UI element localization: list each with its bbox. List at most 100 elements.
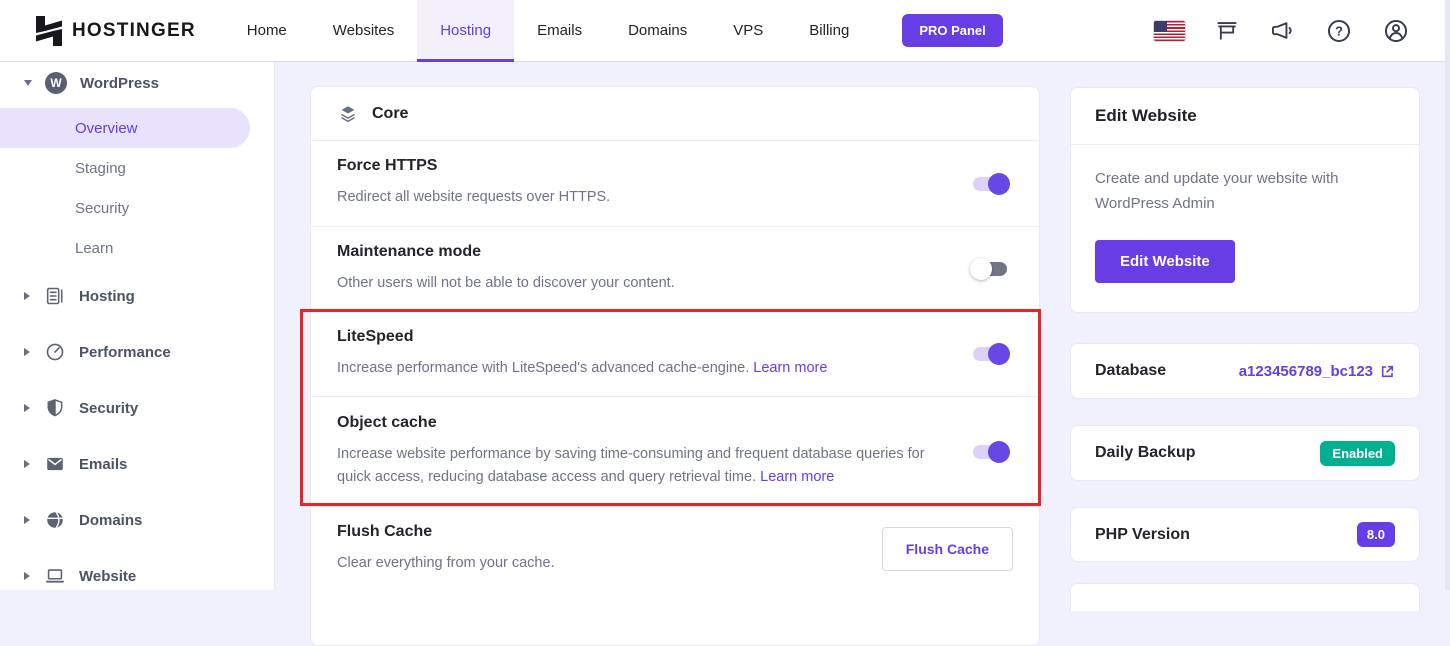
sidebar-item-label: Learn <box>75 240 113 257</box>
external-link-icon <box>1380 364 1395 379</box>
sidebar-item-wordpress[interactable]: W WordPress <box>0 64 274 102</box>
sidebar-item-wp-security[interactable]: Security <box>0 188 274 228</box>
setting-title: Object cache <box>337 414 955 432</box>
page-scrollbar[interactable] <box>1445 0 1450 590</box>
sidebar-item-domains[interactable]: Domains <box>0 492 274 548</box>
edit-website-card: Edit Website Create and update your webs… <box>1070 87 1420 313</box>
edit-website-description: Create and update your website with Word… <box>1095 167 1375 217</box>
setting-title: Flush Cache <box>337 523 555 541</box>
toggle-knob <box>988 173 1010 195</box>
force-https-toggle[interactable] <box>973 177 1007 191</box>
sidebar-item-staging[interactable]: Staging <box>0 148 274 188</box>
sidebar-item-emails[interactable]: Emails <box>0 436 274 492</box>
sidebar-item-label: Domains <box>79 512 142 529</box>
svg-text:?: ? <box>1335 23 1343 38</box>
megaphone-icon[interactable] <box>1269 17 1296 44</box>
edit-website-button[interactable]: Edit Website <box>1095 240 1235 283</box>
sidebar-item-performance[interactable]: Performance <box>0 324 274 380</box>
nav-home[interactable]: Home <box>224 0 310 62</box>
database-name: a123456789_bc123 <box>1239 363 1373 380</box>
setting-description: Increase website performance by saving t… <box>337 443 955 489</box>
object-cache-toggle[interactable] <box>973 445 1007 459</box>
envelope-icon <box>43 453 66 475</box>
sidebar-item-security[interactable]: Security <box>0 380 274 436</box>
sidebar-item-label: Staging <box>75 160 126 177</box>
database-card: Database a123456789_bc123 <box>1070 343 1420 399</box>
chevron-down-icon <box>24 80 32 86</box>
php-version-card: PHP Version 8.0 <box>1070 507 1420 562</box>
sidebar-item-overview[interactable]: Overview <box>0 108 250 148</box>
sidebar-item-hosting[interactable]: Hosting <box>0 268 274 324</box>
help-icon[interactable]: ? <box>1325 17 1353 45</box>
sidebar-item-label: Security <box>75 200 129 217</box>
sidebar-item-label: Website <box>79 568 136 585</box>
server-icon <box>43 285 66 307</box>
setting-title: Maintenance mode <box>337 243 675 261</box>
setting-description-text: Increase website performance by saving t… <box>337 446 925 485</box>
learn-more-link[interactable]: Learn more <box>760 469 834 485</box>
learn-more-link[interactable]: Learn more <box>753 360 827 376</box>
setting-row-maintenance-mode: Maintenance mode Other users will not be… <box>311 226 1039 311</box>
core-card-header: Core <box>311 87 1039 141</box>
maintenance-mode-toggle[interactable] <box>973 262 1007 276</box>
setting-row-force-https: Force HTTPS Redirect all website request… <box>311 141 1039 226</box>
nav-hosting[interactable]: Hosting <box>417 0 514 62</box>
setting-description: Clear everything from your cache. <box>337 552 555 575</box>
gauge-icon <box>43 341 66 363</box>
account-icon[interactable] <box>1382 17 1410 45</box>
layers-icon <box>337 103 359 125</box>
daily-backup-card: Daily Backup Enabled <box>1070 425 1420 481</box>
chevron-right-icon <box>24 348 30 356</box>
top-navbar: HOSTINGER Home Websites Hosting Emails D… <box>0 0 1450 62</box>
status-badge-enabled: Enabled <box>1320 441 1395 466</box>
nav-domains[interactable]: Domains <box>605 0 710 62</box>
chevron-right-icon <box>24 404 30 412</box>
flush-cache-button[interactable]: Flush Cache <box>882 527 1013 571</box>
database-link[interactable]: a123456789_bc123 <box>1239 363 1395 380</box>
shield-icon <box>43 397 66 419</box>
toggle-knob <box>970 258 992 280</box>
setting-row-flush-cache: Flush Cache Clear everything from your c… <box>311 506 1039 591</box>
nav-billing[interactable]: Billing <box>786 0 872 62</box>
chevron-right-icon <box>24 572 30 580</box>
sidebar-item-website[interactable]: Website <box>0 548 274 604</box>
wordpress-icon: W <box>45 72 67 94</box>
toggle-knob <box>988 441 1010 463</box>
setting-row-litespeed: LiteSpeed Increase performance with Lite… <box>311 311 1039 396</box>
sidebar-item-learn[interactable]: Learn <box>0 228 274 268</box>
sidebar-item-label: Security <box>79 400 138 417</box>
chevron-right-icon <box>24 460 30 468</box>
database-label: Database <box>1095 362 1166 380</box>
setting-description: Other users will not be able to discover… <box>337 272 675 295</box>
litespeed-toggle[interactable] <box>973 347 1007 361</box>
globe-icon <box>43 509 66 531</box>
setting-title: LiteSpeed <box>337 328 827 346</box>
us-flag-icon[interactable] <box>1154 21 1185 41</box>
main-nav: Home Websites Hosting Emails Domains VPS… <box>224 0 873 62</box>
hostinger-logo[interactable]: HOSTINGER <box>36 16 196 46</box>
card-title: Edit Website <box>1071 88 1419 145</box>
setting-description: Increase performance with LiteSpeed's ad… <box>337 357 827 380</box>
laptop-icon <box>43 565 66 587</box>
setting-description: Redirect all website requests over HTTPS… <box>337 186 610 209</box>
core-card: Core Force HTTPS Redirect all website re… <box>310 86 1040 646</box>
storefront-icon[interactable] <box>1214 18 1240 44</box>
php-version-badge: 8.0 <box>1357 522 1395 547</box>
sidebar-item-label: Overview <box>75 120 138 137</box>
nav-emails[interactable]: Emails <box>514 0 605 62</box>
nav-websites[interactable]: Websites <box>310 0 417 62</box>
setting-title: Force HTTPS <box>337 157 610 175</box>
chevron-right-icon <box>24 516 30 524</box>
sidebar: W WordPress Overview Staging Security Le… <box>0 62 275 590</box>
toggle-knob <box>988 343 1010 365</box>
daily-backup-label: Daily Backup <box>1095 444 1195 462</box>
nav-vps[interactable]: VPS <box>710 0 786 62</box>
sidebar-item-label: WordPress <box>80 75 159 92</box>
partial-card <box>1070 583 1420 611</box>
sidebar-item-label: Emails <box>79 456 127 473</box>
header-icons: ? <box>1154 17 1410 45</box>
pro-panel-button[interactable]: PRO Panel <box>902 14 1002 47</box>
chevron-right-icon <box>24 292 30 300</box>
php-version-label: PHP Version <box>1095 526 1190 544</box>
card-title: Core <box>372 105 408 123</box>
